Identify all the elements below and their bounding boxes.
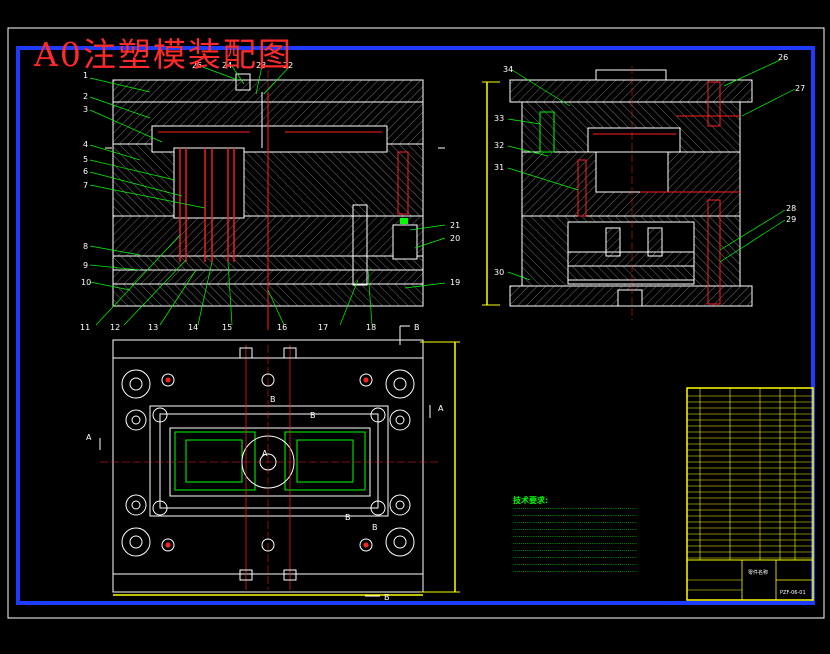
mold-assembly-drawing: 1 2 3 4 5 6 7 8 9 10 11 12 13 14 15 16 1… bbox=[7, 27, 825, 619]
section-label-a-center: A bbox=[262, 449, 268, 458]
part-label-4: 4 bbox=[83, 140, 88, 149]
part-label-18: 18 bbox=[366, 323, 376, 332]
title-block: 零件名称 PZF-06-01 bbox=[686, 387, 814, 601]
section-letters: A A B B B B B B A bbox=[86, 323, 444, 602]
tech-requirements-heading: 技术要求: bbox=[513, 496, 549, 505]
section-label-b-2: B bbox=[310, 411, 316, 420]
part-label-12: 12 bbox=[110, 323, 120, 332]
part-label-20: 20 bbox=[450, 234, 460, 243]
part-label-13: 13 bbox=[148, 323, 158, 332]
part-label-26: 26 bbox=[778, 53, 788, 62]
section-label-b-top: B bbox=[414, 323, 420, 332]
part-label-10: 10 bbox=[81, 278, 91, 287]
part-label-17: 17 bbox=[318, 323, 328, 332]
title-block-name: 零件名称 bbox=[748, 569, 768, 576]
section-label-b-1: B bbox=[270, 395, 276, 404]
part-label-33: 33 bbox=[494, 114, 504, 123]
part-label-6: 6 bbox=[83, 167, 88, 176]
part-label-2: 2 bbox=[83, 92, 88, 101]
part-label-7: 7 bbox=[83, 181, 88, 190]
drawing-title: A0注塑模装配图 bbox=[34, 35, 293, 74]
part-label-15: 15 bbox=[222, 323, 232, 332]
part-label-16: 16 bbox=[277, 323, 287, 332]
part-label-14: 14 bbox=[188, 323, 198, 332]
part-label-31: 31 bbox=[494, 163, 504, 172]
part-label-21: 21 bbox=[450, 221, 460, 230]
part-label-11: 11 bbox=[80, 323, 90, 332]
part-label-29: 29 bbox=[786, 215, 796, 224]
part-label-9: 9 bbox=[83, 261, 88, 270]
part-label-28: 28 bbox=[786, 204, 796, 213]
part-label-19: 19 bbox=[450, 278, 460, 287]
section-label-a-left: A bbox=[86, 433, 92, 442]
section-label-b-bottom: B bbox=[384, 593, 390, 602]
part-label-34: 34 bbox=[503, 65, 513, 74]
part-label-27: 27 bbox=[795, 84, 805, 93]
part-label-32: 32 bbox=[494, 141, 504, 150]
part-label-8: 8 bbox=[83, 242, 88, 251]
section-label-b-3: B bbox=[372, 523, 378, 532]
part-label-30: 30 bbox=[494, 268, 504, 277]
part-label-5: 5 bbox=[83, 155, 88, 164]
section-label-a-right: A bbox=[438, 404, 444, 413]
part-label-3: 3 bbox=[83, 105, 88, 114]
title-block-drawing-no: PZF-06-01 bbox=[780, 590, 806, 596]
side-section-view bbox=[482, 66, 753, 320]
tech-requirements: 技术要求: ··································… bbox=[513, 496, 663, 577]
section-label-b-4: B bbox=[345, 513, 351, 522]
plan-view bbox=[99, 325, 460, 597]
